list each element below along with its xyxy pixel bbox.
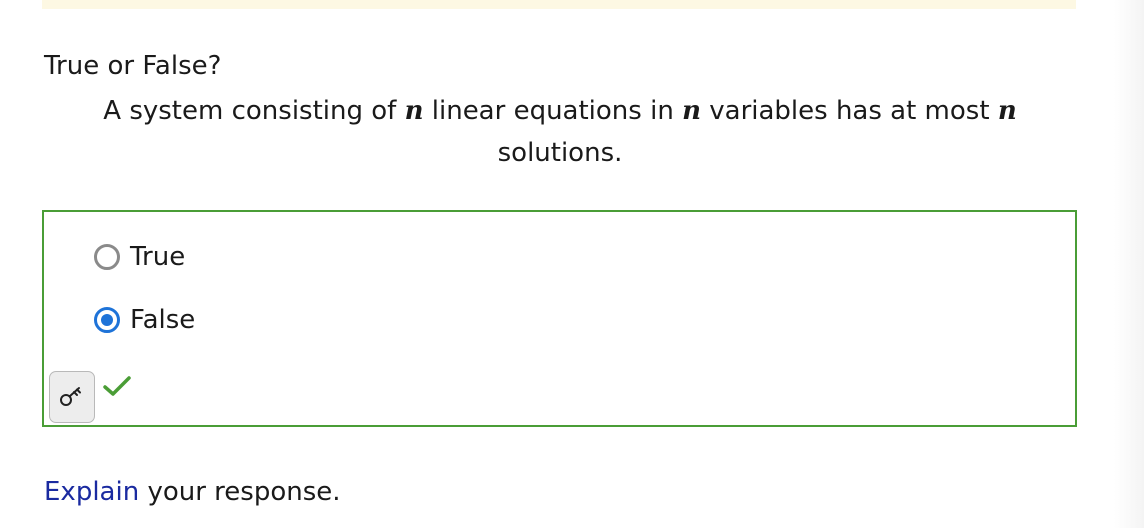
option-true-label[interactable]: True	[130, 239, 185, 275]
question-statement: A system consisting of n linear equation…	[60, 90, 1060, 174]
key-icon	[60, 387, 81, 406]
math-variable-n: n	[997, 96, 1017, 126]
explain-prompt: Explain your response.	[44, 473, 341, 511]
answer-box: True False	[42, 210, 1077, 427]
option-false[interactable]: False	[94, 302, 195, 338]
option-false-label[interactable]: False	[130, 302, 195, 338]
radio-false-selected[interactable]	[94, 307, 120, 333]
radio-true[interactable]	[94, 244, 120, 270]
statement-text-1: A system consisting of	[103, 96, 405, 126]
statement-text-3: variables has at most	[700, 96, 998, 126]
right-edge-shadow	[1114, 0, 1144, 528]
explain-link[interactable]: Explain	[44, 477, 139, 507]
statement-text-4: solutions.	[497, 138, 623, 168]
checkmark-icon	[103, 376, 131, 396]
key-button[interactable]	[49, 371, 95, 423]
statement-text-2: linear equations in	[423, 96, 683, 126]
option-true[interactable]: True	[94, 239, 185, 275]
top-banner	[42, 0, 1076, 9]
explain-rest-text: your response.	[139, 477, 341, 507]
question-label: True or False?	[44, 51, 222, 81]
math-variable-n: n	[682, 96, 701, 126]
math-variable-n: n	[404, 96, 424, 126]
